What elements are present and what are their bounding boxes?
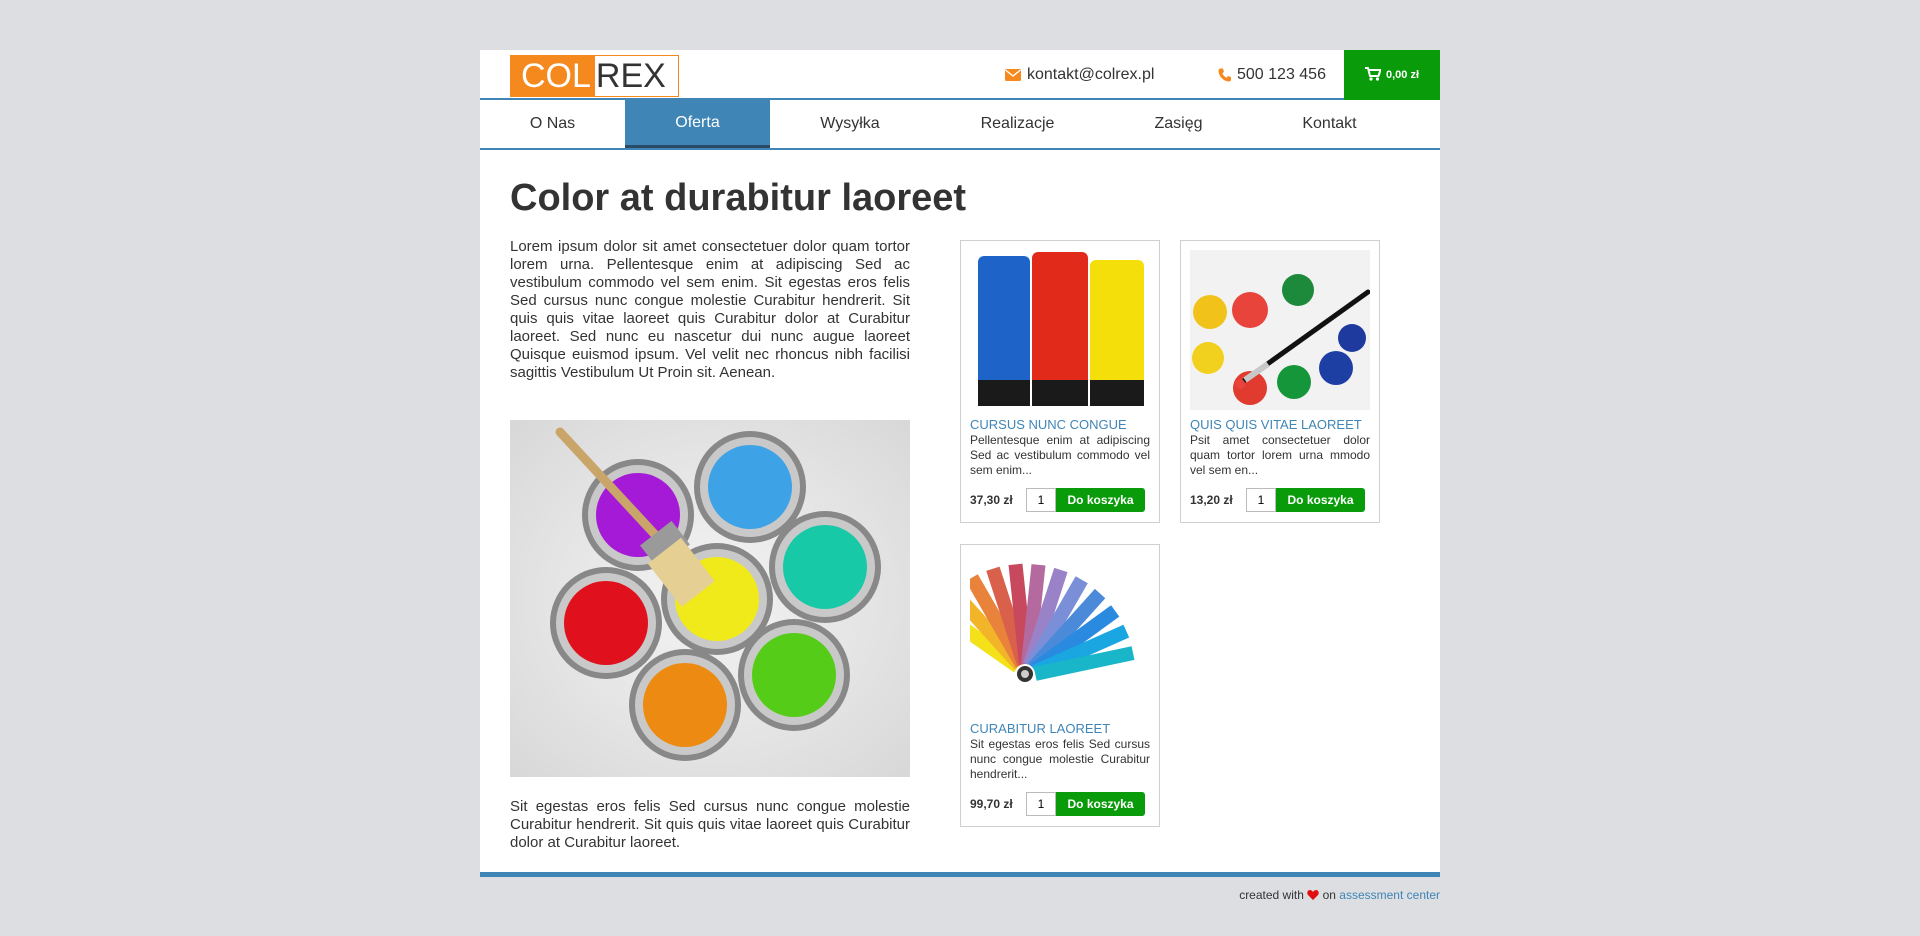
phone-text: 500 123 456 [1237,66,1326,83]
product-card: CURABITUR LAOREET Sit egestas eros felis… [960,544,1160,827]
quantity-input[interactable] [1246,488,1276,512]
quantity-input[interactable] [1026,792,1056,816]
logo[interactable]: COL REX [510,55,679,97]
footer-credit: created with on assessment center [480,888,1440,902]
footer-divider [480,872,1440,877]
email-text: kontakt@colrex.pl [1027,66,1155,83]
product-image-paint-pots[interactable] [1190,250,1370,410]
nav-item-oferta[interactable]: Oferta [625,100,770,148]
cart-total: 0,00 zł [1385,69,1420,81]
paint-cans-image [510,420,910,777]
product-price: 13,20 zł [1190,493,1233,507]
product-card: QUIS QUIS VITAE LAOREET Psit amet consec… [1180,240,1380,523]
add-to-cart-button[interactable]: Do koszyka [1276,488,1365,512]
product-description: Psit amet consectetuer dolor quam tortor… [1190,433,1370,477]
product-title[interactable]: CURABITUR LAOREET [970,721,1110,736]
credit-text: created with [1239,888,1304,902]
closing-paragraph: Sit egestas eros felis Sed cursus nunc c… [510,798,910,851]
product-image-color-fan[interactable] [970,554,1150,714]
product-card: CURSUS NUNC CONGUE Pellentesque enim at … [960,240,1160,523]
main-nav: O Nas Oferta Wysyłka Realizacje Zasięg K… [480,100,1440,150]
quantity-input[interactable] [1026,488,1056,512]
product-description: Pellentesque enim at adipiscing Sed ac v… [970,433,1150,477]
buy-row: 37,30 zł Do koszyka [970,488,1145,512]
nav-item-kontakt[interactable]: Kontakt [1252,100,1407,148]
header: COL REX kontakt@colrex.pl 500 123 456 0,… [480,50,1440,100]
nav-item-wysylka[interactable]: Wysyłka [770,100,930,148]
buy-row: 99,70 zł Do koszyka [970,792,1145,816]
logo-part-col: COL [511,56,595,96]
cart-icon [1364,66,1382,84]
add-to-cart-button[interactable]: Do koszyka [1056,488,1145,512]
heart-icon [1307,888,1319,902]
envelope-icon [1005,69,1021,81]
add-to-cart-button[interactable]: Do koszyka [1056,792,1145,816]
nav-item-zasieg[interactable]: Zasięg [1105,100,1252,148]
product-title[interactable]: QUIS QUIS VITAE LAOREET [1190,417,1362,432]
intro-paragraph: Lorem ipsum dolor sit amet consectetuer … [510,238,910,381]
main-content: Color at durabitur laoreet Lorem ipsum d… [480,150,1440,872]
product-image-acrylic-tubes[interactable] [970,250,1150,410]
page-title: Color at durabitur laoreet [510,177,967,219]
nav-item-realizacje[interactable]: Realizacje [930,100,1105,148]
assessment-center-link[interactable]: assessment center [1339,888,1440,902]
product-price: 99,70 zł [970,797,1013,811]
product-description: Sit egestas eros felis Sed cursus nunc c… [970,737,1150,781]
contact-phone[interactable]: 500 123 456 [1218,50,1326,100]
page-container: COL REX kontakt@colrex.pl 500 123 456 0,… [480,50,1440,877]
contact-email[interactable]: kontakt@colrex.pl [1005,50,1154,100]
nav-item-o-nas[interactable]: O Nas [480,100,625,148]
logo-part-rex: REX [595,57,666,95]
buy-row: 13,20 zł Do koszyka [1190,488,1365,512]
product-price: 37,30 zł [970,493,1013,507]
product-title[interactable]: CURSUS NUNC CONGUE [970,417,1127,432]
credit-on: on [1322,888,1336,902]
cart-button[interactable]: 0,00 zł [1344,50,1440,100]
phone-icon [1218,68,1231,82]
